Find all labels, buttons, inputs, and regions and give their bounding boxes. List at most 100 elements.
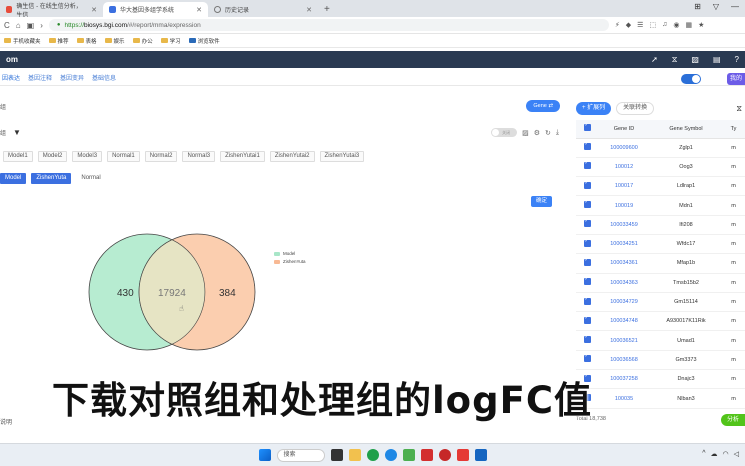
- sample-chip[interactable]: Normal3: [182, 151, 216, 162]
- rocket-icon[interactable]: ➚: [651, 55, 658, 65]
- extension-icon[interactable]: ◉: [673, 21, 679, 29]
- extension-icon[interactable]: ▦: [685, 21, 692, 29]
- row-checkbox[interactable]: [576, 292, 598, 313]
- gene-id-cell[interactable]: 100012: [598, 157, 650, 178]
- bookmark-item[interactable]: 娱乐: [104, 37, 125, 45]
- task-view-icon[interactable]: [330, 449, 343, 461]
- refresh-icon[interactable]: C: [4, 21, 10, 30]
- row-checkbox[interactable]: [576, 157, 598, 178]
- chart-toggle[interactable]: 关闭: [491, 128, 518, 137]
- gene-id-cell[interactable]: 100034251: [598, 234, 650, 255]
- gene-id-cell[interactable]: 100034363: [598, 273, 650, 293]
- edge-icon[interactable]: [384, 449, 397, 461]
- image-icon[interactable]: ▨: [691, 55, 699, 65]
- sample-chip[interactable]: Normal2: [144, 151, 178, 162]
- grid-icon[interactable]: ▤: [713, 55, 721, 65]
- view-toggle[interactable]: [681, 74, 701, 84]
- gene-id-cell[interactable]: 100019: [598, 195, 650, 216]
- app-icon[interactable]: [402, 449, 415, 461]
- browser-icon[interactable]: [366, 449, 379, 461]
- table-row[interactable]: 100017Ldlrap1m: [576, 176, 745, 197]
- row-checkbox[interactable]: [576, 234, 598, 255]
- gene-id-cell[interactable]: 100034361: [598, 253, 650, 274]
- row-checkbox[interactable]: [576, 176, 598, 197]
- bookmark-item[interactable]: 浏览软件: [188, 37, 220, 45]
- wps-icon[interactable]: [420, 449, 433, 461]
- table-row[interactable]: 100035Nlban3m: [576, 388, 745, 409]
- table-row[interactable]: 100036568Gm3373m: [576, 350, 745, 371]
- extension-icon[interactable]: ★: [698, 21, 704, 29]
- close-icon[interactable]: ✕: [196, 6, 202, 14]
- group-chip[interactable]: Model: [0, 173, 27, 184]
- more-icon[interactable]: ›: [40, 21, 43, 30]
- gene-id-cell[interactable]: 100035: [598, 388, 650, 409]
- extension-icon[interactable]: ◆: [626, 21, 631, 29]
- window-profile-icon[interactable]: ⊞: [694, 2, 701, 11]
- gene-id-cell[interactable]: 100037258: [598, 369, 650, 390]
- bag-icon[interactable]: ▣: [27, 21, 35, 30]
- table-row[interactable]: 100019Mdn1m: [576, 195, 745, 216]
- close-icon[interactable]: ✕: [306, 6, 312, 14]
- row-checkbox[interactable]: [576, 253, 598, 274]
- file-explorer-icon[interactable]: [348, 449, 361, 461]
- collapse-icon[interactable]: ⧖: [736, 104, 742, 114]
- close-icon[interactable]: ✕: [91, 6, 97, 14]
- column-header-gene-id[interactable]: Gene ID: [598, 120, 650, 139]
- dropdown-caret-icon[interactable]: ▼: [13, 128, 21, 137]
- row-checkbox[interactable]: [576, 330, 598, 351]
- sample-chip[interactable]: Model2: [37, 151, 68, 162]
- window-bookmark-icon[interactable]: ▽: [713, 2, 719, 11]
- volume-icon[interactable]: ◁: [734, 450, 739, 458]
- tab-variation[interactable]: 基因变异: [60, 73, 84, 82]
- table-row[interactable]: 100037258Dnajc3m: [576, 369, 745, 390]
- tab-expression[interactable]: 因表达: [2, 73, 20, 82]
- chevron-up-icon[interactable]: ^: [702, 450, 705, 458]
- bookmark-item[interactable]: 推荐: [48, 37, 69, 45]
- sample-chip[interactable]: Model3: [72, 151, 103, 162]
- table-row[interactable]: 100009600Zglp1m: [576, 138, 745, 158]
- extension-icon[interactable]: ⬚: [649, 21, 656, 29]
- help-icon[interactable]: ?: [735, 55, 739, 65]
- gene-id-cell[interactable]: 100036568: [598, 350, 650, 371]
- gene-id-cell[interactable]: 100036521: [598, 330, 650, 351]
- home-icon[interactable]: ⌂: [16, 21, 21, 30]
- gene-id-cell[interactable]: 100034729: [598, 292, 650, 313]
- bookmark-item[interactable]: 表格: [76, 37, 97, 45]
- row-checkbox[interactable]: [576, 195, 598, 216]
- gene-id-cell[interactable]: 100034748: [598, 311, 650, 332]
- taskbar-search[interactable]: 搜索: [276, 448, 325, 462]
- table-row[interactable]: 100012Oog3m: [576, 157, 745, 178]
- group-chip[interactable]: ZishenYuta: [31, 173, 72, 184]
- row-checkbox[interactable]: [576, 311, 598, 332]
- netease-icon[interactable]: [438, 449, 451, 461]
- table-row[interactable]: 100034251Wfdc17m: [576, 234, 745, 255]
- bookmark-item[interactable]: 办公: [132, 37, 153, 45]
- settings-icon[interactable]: ⚙: [534, 129, 540, 137]
- table-row[interactable]: 100034748A930017K11Rikm: [576, 311, 745, 332]
- gene-switch-button[interactable]: Gene ⇄: [526, 100, 560, 112]
- row-checkbox[interactable]: [576, 350, 598, 371]
- sample-chip[interactable]: ZishenYutai2: [269, 151, 315, 162]
- filter-icon[interactable]: ⧖: [672, 55, 678, 65]
- my-button[interactable]: 我的: [727, 73, 745, 85]
- table-row[interactable]: 100034363Tmsb15b2m: [576, 273, 745, 293]
- row-checkbox[interactable]: [576, 215, 598, 235]
- extension-icon[interactable]: ⚡: [615, 21, 620, 29]
- browser-tab-active[interactable]: 华大基因多组学系统 ✕: [103, 2, 208, 17]
- url-field[interactable]: ● https://biosys.bgi.com/#/report/mma/ex…: [48, 19, 609, 31]
- gene-id-cell[interactable]: 100033459: [598, 215, 650, 235]
- select-all-checkbox[interactable]: [576, 120, 598, 139]
- expand-columns-button[interactable]: + 扩展列: [576, 102, 612, 115]
- browser-tab[interactable]: 确生信 - 在线生信分析，生信 ✕: [0, 2, 103, 19]
- column-header-gene-symbol[interactable]: Gene Symbol: [650, 120, 722, 139]
- row-checkbox[interactable]: [576, 273, 598, 293]
- confirm-button[interactable]: 确定: [530, 196, 552, 207]
- group-chip[interactable]: Normal: [76, 173, 105, 184]
- sample-chip[interactable]: Normal1: [107, 151, 140, 162]
- bookmark-item[interactable]: 学习: [160, 37, 181, 45]
- cloud-icon[interactable]: ☁: [711, 450, 718, 458]
- extension-icon[interactable]: ☰: [637, 21, 643, 29]
- sample-chip[interactable]: ZishenYutai1: [220, 151, 265, 162]
- app-icon[interactable]: [456, 449, 469, 461]
- table-row[interactable]: 100034361Mfap1bm: [576, 253, 745, 274]
